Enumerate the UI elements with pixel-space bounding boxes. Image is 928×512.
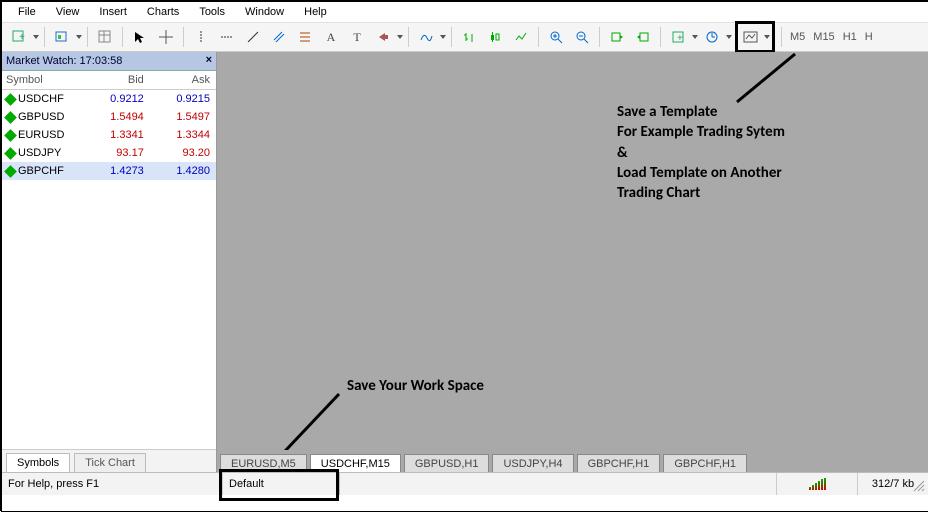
svg-text:+: + (677, 33, 683, 44)
line-chart-button[interactable] (509, 25, 533, 49)
direction-icon (4, 93, 17, 106)
col-symbol[interactable]: Symbol (2, 74, 84, 86)
menu-insert[interactable]: Insert (89, 4, 137, 20)
indicators-button[interactable] (414, 25, 438, 49)
indicators-list-dropdown[interactable] (691, 35, 699, 39)
template-dropdown[interactable] (763, 35, 771, 39)
market-watch-row[interactable]: USDJPY 93.1793.20 (2, 144, 216, 162)
menu-window[interactable]: Window (235, 4, 294, 20)
indicators-dropdown[interactable] (439, 35, 447, 39)
arrows-dropdown[interactable] (396, 35, 404, 39)
market-watch-row[interactable]: EURUSD 1.33411.3344 (2, 126, 216, 144)
col-bid[interactable]: Bid (84, 74, 150, 86)
indicators-list-button[interactable]: + (666, 25, 690, 49)
bid-value: 1.4273 (84, 165, 150, 177)
arrows-tool[interactable] (371, 25, 395, 49)
tab-tick-chart[interactable]: Tick Chart (74, 453, 146, 472)
market-watch-button[interactable] (93, 25, 117, 49)
resize-grip-icon (910, 477, 926, 493)
ask-value: 1.5497 (150, 111, 216, 123)
symbol-name: GBPCHF (18, 165, 64, 177)
symbol-name: USDJPY (18, 147, 61, 159)
menu-tools[interactable]: Tools (189, 4, 235, 20)
timeframe-m15[interactable]: M15 (809, 31, 838, 43)
periodicity-button[interactable] (700, 25, 724, 49)
signal-bars-icon (809, 478, 826, 490)
chart-tab[interactable]: USDJPY,H4 (492, 454, 573, 472)
trendline-tool[interactable] (241, 25, 265, 49)
crosshair-tool[interactable] (154, 25, 178, 49)
main-area: Market Watch: 17:03:58 × Symbol Bid Ask … (2, 52, 928, 472)
col-ask[interactable]: Ask (150, 74, 216, 86)
chart-workspace: Save a Template For Example Trading Syte… (217, 52, 928, 472)
tab-symbols[interactable]: Symbols (6, 453, 70, 472)
menu-charts[interactable]: Charts (137, 4, 189, 20)
new-chart-button[interactable]: + (7, 25, 31, 49)
chart-tab[interactable]: GBPUSD,H1 (404, 454, 490, 472)
zoom-out-button[interactable] (570, 25, 594, 49)
candlestick-chart-button[interactable] (483, 25, 507, 49)
connection-bars (777, 473, 858, 495)
bid-value: 1.5494 (84, 111, 150, 123)
market-watch-row[interactable]: GBPCHF 1.42731.4280 (2, 162, 216, 180)
text-tool[interactable]: A (319, 25, 343, 49)
timeframe-h1[interactable]: H1 (839, 31, 861, 43)
profiles-button[interactable] (50, 25, 74, 49)
ask-value: 1.4280 (150, 165, 216, 177)
vertical-line-tool[interactable] (189, 25, 213, 49)
zoom-in-button[interactable] (544, 25, 568, 49)
ask-value: 1.3344 (150, 129, 216, 141)
cursor-tool[interactable] (128, 25, 152, 49)
timeframe-m5[interactable]: M5 (786, 31, 809, 43)
new-chart-dropdown[interactable] (32, 35, 40, 39)
bid-value: 93.17 (84, 147, 150, 159)
toolbar: + A T + M5 M15 H1 H (2, 23, 928, 52)
bid-value: 0.9212 (84, 93, 150, 105)
status-profile-cell[interactable]: Default (223, 473, 340, 495)
timeframe-more[interactable]: H (861, 31, 877, 43)
market-watch-tabs: Symbols Tick Chart (2, 449, 216, 472)
horizontal-line-tool[interactable] (215, 25, 239, 49)
auto-scroll-button[interactable] (605, 25, 629, 49)
ask-value: 93.20 (150, 147, 216, 159)
symbol-name: USDCHF (18, 93, 64, 105)
annotation-arrow-template (217, 52, 928, 152)
profiles-dropdown[interactable] (75, 35, 83, 39)
chart-tab[interactable]: GBPCHF,H1 (577, 454, 661, 472)
ask-value: 0.9215 (150, 93, 216, 105)
fibonacci-tool[interactable] (293, 25, 317, 49)
direction-icon (4, 129, 17, 142)
chart-shift-button[interactable] (631, 25, 655, 49)
bid-value: 1.3341 (84, 129, 150, 141)
market-watch-row[interactable]: USDCHF 0.92120.9215 (2, 90, 216, 108)
market-watch-header: Symbol Bid Ask (2, 71, 216, 90)
template-button[interactable] (739, 25, 763, 49)
menu-bar: File View Insert Charts Tools Window Hel… (2, 2, 928, 23)
direction-icon (4, 147, 17, 160)
bar-chart-button[interactable] (457, 25, 481, 49)
direction-icon (4, 111, 17, 124)
profile-highlight (219, 469, 339, 501)
direction-icon (4, 165, 17, 178)
periodicity-dropdown[interactable] (725, 35, 733, 39)
status-help: For Help, press F1 (2, 473, 223, 495)
text-label-tool[interactable]: T (345, 25, 369, 49)
market-watch-row[interactable]: GBPUSD 1.54941.5497 (2, 108, 216, 126)
symbol-name: EURUSD (18, 129, 64, 141)
menu-help[interactable]: Help (294, 4, 337, 20)
status-bar: For Help, press F1 Default 312/7 kb (2, 472, 928, 495)
menu-view[interactable]: View (46, 4, 90, 20)
market-watch-title-bar: Market Watch: 17:03:58 × (2, 52, 216, 71)
equidistant-channel-tool[interactable] (267, 25, 291, 49)
market-watch-panel: Market Watch: 17:03:58 × Symbol Bid Ask … (2, 52, 217, 472)
symbol-name: GBPUSD (18, 111, 64, 123)
market-watch-title: Market Watch: 17:03:58 (6, 55, 122, 67)
market-watch-close-icon[interactable]: × (206, 54, 212, 66)
svg-text:+: + (19, 32, 25, 43)
chart-tab[interactable]: GBPCHF,H1 (663, 454, 747, 472)
menu-file[interactable]: File (8, 4, 46, 20)
market-watch-body: USDCHF 0.92120.9215 GBPUSD 1.54941.5497 EURU… (2, 90, 216, 449)
template-button-highlight (735, 21, 775, 53)
status-spacer (340, 473, 777, 495)
